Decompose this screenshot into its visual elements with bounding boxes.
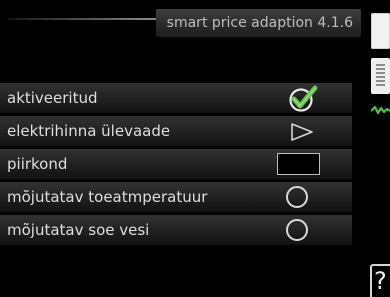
region-field[interactable] [277,153,320,175]
graph-wave-icon [370,105,390,115]
graph-tab[interactable] [370,100,390,130]
menu-row-piirkond[interactable]: piirkond [0,149,352,179]
menu-item-label: aktiveeritud [7,89,98,107]
smart-price-adaption-screen: smart price adaption 4.1.6 aktiveeritud … [0,0,390,297]
help-icon: ? [374,267,387,295]
affected-hot-water-radio[interactable] [286,219,308,241]
scroll-tab-top[interactable] [371,13,390,49]
affected-supply-temperature-radio[interactable] [286,186,308,208]
menu-row-mojutatav-toeatmperatuur[interactable]: mõjutatav toeatmperatuur [0,182,352,212]
menu-row-aktiveeritud[interactable]: aktiveeritud [0,83,352,113]
check-icon [289,85,318,112]
menu-row-elektrihinna-ulevaade[interactable]: elektrihinna ülevaade [0,116,352,146]
help-button[interactable]: ? [370,264,390,297]
activated-checkbox[interactable] [286,84,322,114]
menu-row-mojutatav-soe-vesi[interactable]: mõjutatav soe vesi [0,215,352,245]
open-overview-button[interactable] [290,122,314,142]
scroll-handle-icon [376,64,385,86]
menu-item-label: mõjutatav toeatmperatuur [7,188,208,206]
scroll-tab-middle[interactable] [371,58,390,94]
menu-item-label: elektrihinna ülevaade [7,122,171,140]
page-title: smart price adaption 4.1.6 [156,9,361,37]
menu-item-label: piirkond [7,155,68,173]
menu-item-label: mõjutatav soe vesi [7,221,150,239]
chevron-right-icon [291,123,313,141]
header-line [8,18,158,20]
